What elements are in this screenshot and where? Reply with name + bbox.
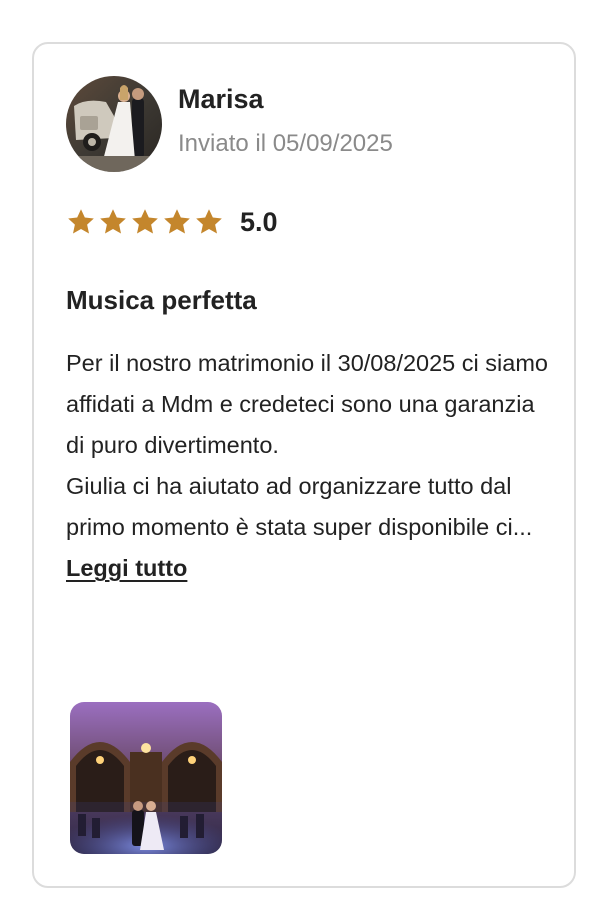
star-rating [66,207,224,237]
review-photo[interactable] [70,702,222,854]
review-text-paragraph: Per il nostro matrimonio il 30/08/2025 c… [66,350,548,458]
star-icon [164,209,190,234]
star-icon [100,209,126,234]
review-text-paragraph-truncated: Giulia ci ha aiutato ad organizzare tutt… [66,466,556,589]
avatar [66,76,162,172]
star-icon [132,209,158,234]
read-more-link[interactable]: Leggi tutto [66,555,187,581]
review-title: Musica perfetta [66,285,257,315]
star-icon [196,209,222,234]
rating-value: 5.0 [240,206,278,237]
review-date: Inviato il 05/09/2025 [178,130,393,157]
review-card: Marisa Inviato il 05/09/2025 5.0 Musica … [32,42,576,888]
star-icon [68,209,94,234]
author-name: Marisa [178,84,264,114]
rating: 5.0 [66,204,278,240]
review-body: Per il nostro matrimonio il 30/08/2025 c… [66,343,556,589]
review-text: Giulia ci ha aiutato ad organizzare tutt… [66,473,533,540]
